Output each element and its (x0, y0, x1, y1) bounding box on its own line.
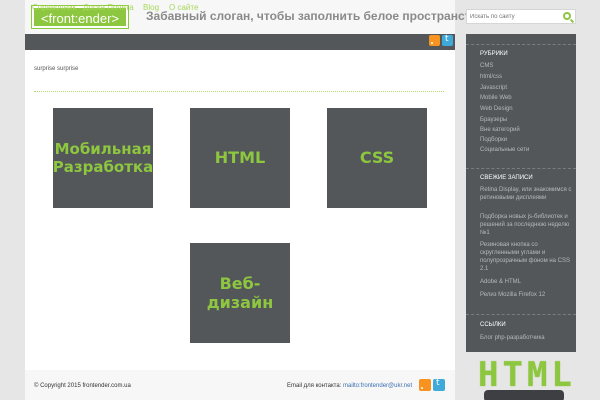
twitter-icon[interactable] (442, 34, 453, 46)
tile-label-line: Разработка (52, 158, 154, 176)
sidebar-item-rubric[interactable]: Вне категорий (480, 126, 572, 134)
sidebar-item-rubric[interactable]: Web Design (480, 105, 572, 113)
sidebar-item-rubric[interactable]: Браузеры (480, 116, 572, 124)
sidebar-item-recent-post[interactable]: Adobe & HTML (480, 278, 572, 286)
tile-label-line: Веб- (219, 273, 261, 293)
tile-label-line: Мобильная (54, 140, 152, 158)
tile-html[interactable]: HTML (190, 108, 290, 208)
tile-label-line: дизайн (206, 293, 274, 312)
contact-email: Email для контакта: mailto:frontender@uk… (287, 383, 412, 389)
nav-item-blog[interactable]: Blog (143, 3, 159, 12)
tile-web-design[interactable]: Веб- дизайн (190, 243, 290, 343)
banner-text: HTML (478, 355, 576, 395)
sidebar-item-link[interactable]: Блог php-разработчика (480, 334, 572, 342)
sidebar-divider (466, 44, 576, 45)
sidebar-title-links: ССЫЛКИ (480, 322, 506, 328)
sidebar-divider (466, 168, 576, 169)
tile-label: HTML (214, 148, 266, 168)
email-label: Email для контакта: (287, 383, 342, 389)
search-icon[interactable] (563, 12, 571, 20)
twitter-icon[interactable] (433, 378, 445, 391)
sidebar-item-recent-post[interactable]: Подборка новых js-библиотек и решений за… (480, 213, 572, 237)
search-box (466, 9, 576, 24)
search-input[interactable] (470, 12, 558, 22)
tile-label: CSS (359, 148, 395, 168)
sidebar-divider (466, 314, 576, 315)
sidebar-item-rubric[interactable]: Javascript (480, 84, 572, 92)
nav-item-about[interactable]: О сайте (169, 3, 198, 12)
sidebar-item-rubric[interactable]: CMS (480, 62, 572, 70)
sidebar-item-rubric[interactable]: Социальные сети (480, 146, 572, 154)
sidebar-item-recent-post[interactable]: Retina Display, или знакомимся с ретинов… (480, 186, 572, 202)
divider (34, 91, 444, 92)
sidebar-item-rubric[interactable]: html/css (480, 73, 572, 81)
tile-css[interactable]: CSS (327, 108, 427, 208)
main-nav (25, 34, 455, 50)
rss-icon[interactable] (429, 35, 440, 46)
sidebar-item-rubric[interactable]: Подборки (480, 136, 572, 144)
copyright: © Copyright 2015 frontender.com.ua (34, 383, 131, 389)
sidebar-item-recent-post[interactable]: Резиновая кнопка со скругленными углами … (480, 241, 572, 273)
post-meta: surprise surprise (34, 66, 79, 72)
nav-item-reference[interactable]: Справочник (32, 3, 76, 12)
tile-mobile-development[interactable]: Мобильная Разработка (53, 108, 153, 208)
sidebar-item-rubric[interactable]: Mobile Web (480, 94, 572, 102)
nav-item-hall-of-fame[interactable]: Доска Почета (83, 3, 134, 12)
sidebar-title-rubrics: РУБРИКИ (480, 51, 508, 57)
sidebar-item-recent-post[interactable]: Релиз Mozilla Firefox 12 (480, 291, 572, 299)
rss-icon[interactable] (419, 379, 431, 391)
sidebar-title-recent: СВЕЖИЕ ЗАПИСИ (480, 175, 533, 181)
email-link[interactable]: mailto:frontender@ukr.net (343, 383, 412, 389)
